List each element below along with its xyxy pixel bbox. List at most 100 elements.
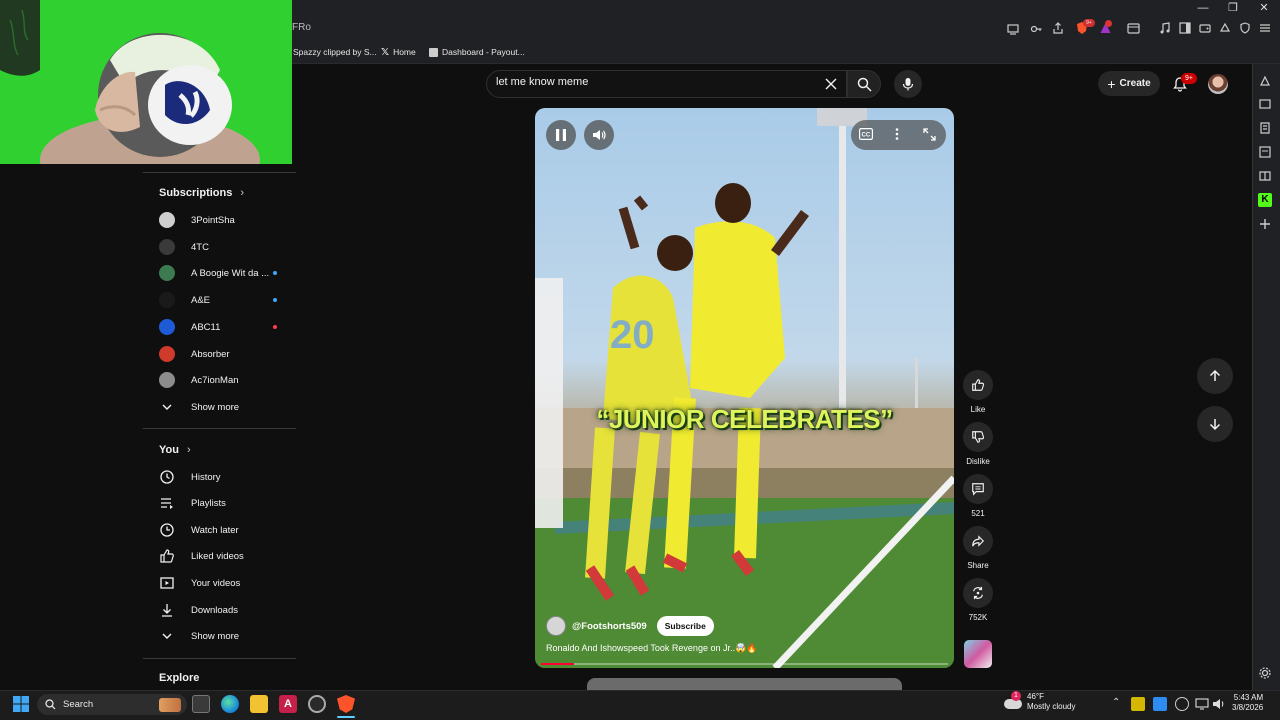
sidebar-item-label: Downloads [191,604,238,616]
sidebar-toggle-icon[interactable] [1179,22,1191,34]
share-page-icon[interactable] [1052,22,1064,34]
volume-button[interactable] [584,120,614,150]
channel-row: @Footshorts509 Subscribe [546,616,714,636]
channel-name[interactable]: @Footshorts509 [572,621,647,632]
network-icon[interactable] [1195,697,1209,711]
next-short-button[interactable] [1197,406,1233,442]
windows-start-icon[interactable] [13,696,29,712]
rewards-badge [1105,20,1112,27]
dislike-button[interactable] [963,422,993,452]
sidebar-item-history[interactable]: History [159,464,221,490]
vpn-shield-icon[interactable] [1239,22,1251,34]
browser-menu-icon[interactable] [1259,22,1271,34]
edge-icon[interactable] [221,695,239,713]
bookmark-item[interactable]: Dashboard - Payout... [429,45,525,59]
sidebar-item-downloads[interactable]: Downloads [159,597,238,623]
leo-ai-icon[interactable] [1219,22,1231,34]
sidebar-item-your-videos[interactable]: Your videos [159,570,240,596]
norton-tray-icon[interactable] [1131,697,1145,711]
subscriptions-show-more[interactable]: Show more [159,394,239,420]
arrow-down-icon [1209,419,1221,431]
bookmark-label: Dashboard - Payout... [442,47,525,57]
short-video-player[interactable]: 20 [535,108,954,668]
sidebar-item-liked-videos[interactable]: Liked videos [159,543,244,569]
restore-button[interactable]: ❐ [1226,2,1240,14]
x-logo-icon: 𝕏 [381,46,390,58]
key-icon[interactable] [1030,23,1042,35]
system-clock[interactable]: 5:43 AM 3/8/2026 [1232,693,1263,713]
fullscreen-icon[interactable] [923,128,936,141]
subscription-item[interactable]: 4TC [159,234,271,260]
subscription-item[interactable]: A Boogie Wit da ... [159,260,277,286]
kick-icon[interactable]: K [1258,193,1272,207]
taskbar-search[interactable]: Search [37,694,187,715]
subscription-item[interactable]: A&E [159,287,277,313]
minimize-button[interactable]: — [1196,2,1210,14]
next-short-preview[interactable] [587,678,902,690]
sound-thumbnail[interactable] [964,640,992,668]
you-header[interactable]: You › [159,444,191,456]
wallet-icon[interactable] [1199,22,1211,34]
speaker-icon[interactable] [1212,697,1226,711]
microphone-tray-icon[interactable] [1175,697,1189,711]
progress-track[interactable] [541,663,948,665]
media-music-icon[interactable] [1159,22,1171,34]
leo-panel-icon[interactable] [1258,74,1272,88]
tab-search-icon[interactable] [1127,22,1140,35]
clock-date: 3/8/2026 [1232,703,1264,712]
search-input[interactable] [496,76,796,88]
weather-widget[interactable]: 1 46°F Mostly cloudy [1004,691,1076,712]
tabs-panel-icon[interactable] [1258,97,1272,111]
weather-description: Mostly cloudy [1027,702,1076,711]
file-explorer-icon[interactable] [250,695,268,713]
subscription-name: A&E [191,294,211,306]
task-view-icon[interactable] [192,695,210,713]
obs-icon[interactable] [308,695,326,713]
previous-short-button[interactable] [1197,358,1233,394]
tab-title[interactable]: FRo [292,22,311,33]
subscription-item[interactable]: Ac7ionMan [159,367,271,393]
like-label: Like [970,405,986,414]
chevron-down-icon [162,633,172,639]
subscription-item[interactable]: 3PointSha [159,207,271,233]
create-label: Create [1119,78,1151,89]
subscription-item[interactable]: ABC11 [159,314,277,340]
bookmark-item[interactable]: 𝕏 Home [381,45,416,59]
active-app-indicator [337,716,355,718]
app-tray-icon[interactable] [1153,697,1167,711]
captions-icon[interactable]: CC [859,128,873,140]
subscriptions-title: Subscriptions [159,187,233,199]
create-button[interactable]: + Create [1098,71,1160,96]
video-title[interactable]: Ronaldo And Ishowspeed Took Revenge on J… [546,643,757,654]
close-window-button[interactable]: ✕ [1257,2,1271,14]
notes-panel-icon[interactable] [1258,169,1272,183]
clear-search-icon[interactable] [824,77,838,91]
cast-icon[interactable] [1007,23,1019,35]
voice-search-button[interactable] [894,70,922,98]
like-button[interactable] [963,370,993,400]
share-button[interactable] [963,526,993,556]
subscription-name: Ac7ionMan [191,374,239,386]
subscription-item[interactable]: Absorber [159,341,271,367]
search-button[interactable] [847,70,881,98]
remix-button[interactable] [963,578,993,608]
bookmarks-panel-icon[interactable] [1258,145,1272,159]
you-show-more[interactable]: Show more [159,623,239,649]
thumbs-up-icon [160,549,174,563]
settings-gear-icon[interactable] [1258,666,1272,680]
app-a-icon[interactable]: A [279,695,297,713]
pause-button[interactable] [546,120,576,150]
reading-list-icon[interactable] [1258,121,1272,135]
comments-button[interactable] [963,474,993,504]
sidebar-item-playlists[interactable]: Playlists [159,490,226,516]
channel-avatar[interactable] [546,616,566,636]
profile-avatar[interactable] [1208,74,1228,94]
more-options-icon[interactable] [893,127,901,141]
weather-alert-badge: 1 [1011,691,1021,701]
sidebar-item-watch-later[interactable]: Watch later [159,517,239,543]
add-panel-icon[interactable] [1258,217,1272,231]
subscribe-button[interactable]: Subscribe [656,616,714,636]
tray-chevron-up-icon[interactable]: ⌃ [1112,697,1120,708]
bookmark-item[interactable]: Spazzy clipped by S... [293,45,377,59]
subscriptions-header[interactable]: Subscriptions › [159,187,244,199]
